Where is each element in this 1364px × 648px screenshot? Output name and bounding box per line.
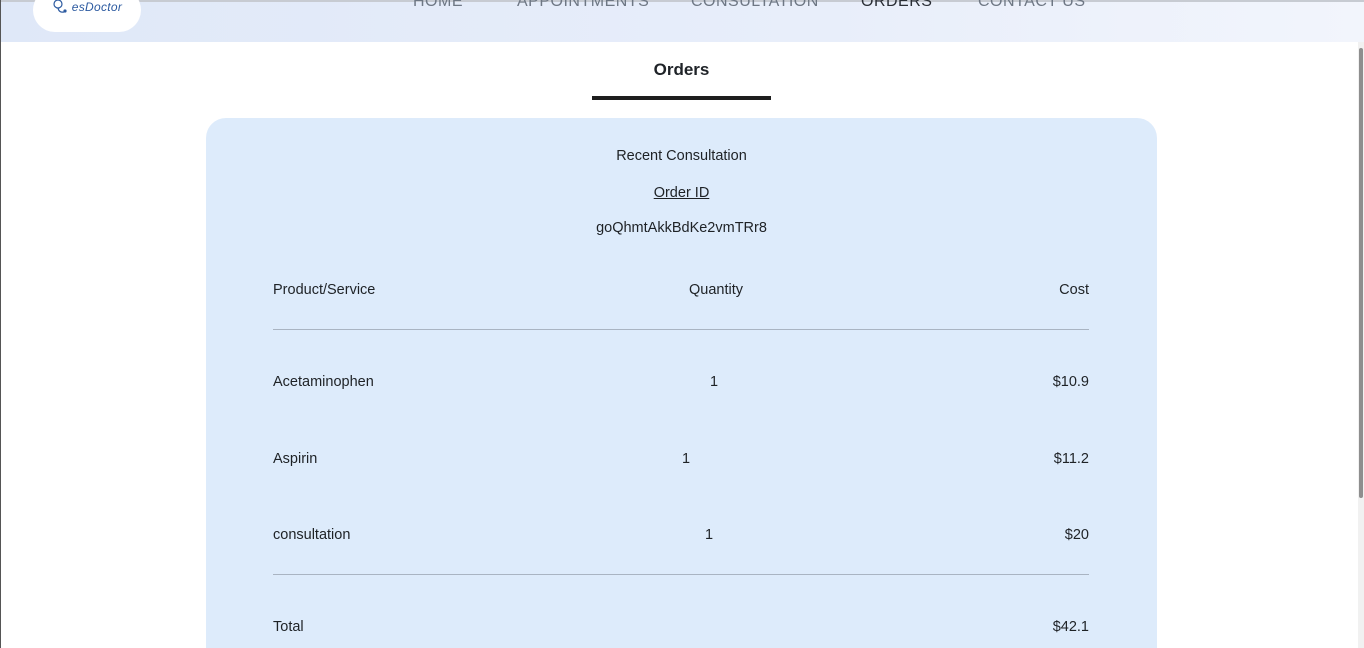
total-divider bbox=[273, 574, 1089, 575]
tab-orders-label: Orders bbox=[653, 60, 710, 79]
logo-mark: esDoctor bbox=[52, 0, 122, 14]
scrollbar-thumb[interactable] bbox=[1359, 48, 1363, 498]
logo[interactable]: esDoctor bbox=[33, 0, 141, 32]
row-quantity: 1 bbox=[682, 451, 691, 467]
logo-text: esDoctor bbox=[71, 0, 123, 14]
top-navigation: esDoctor HOME APPOINTMENTS CONSULTATION … bbox=[1, 0, 1364, 42]
nav-item-contact-us[interactable]: CONTACT US bbox=[978, 0, 1086, 11]
order-id-value: goQhmtAkkBdKe2vmTRr8 bbox=[596, 220, 767, 236]
column-header-cost: Cost bbox=[1059, 282, 1089, 298]
order-card: Recent Consultation Order ID goQhmtAkkBd… bbox=[206, 118, 1157, 648]
order-title: Recent Consultation bbox=[616, 148, 747, 164]
order-id-link[interactable]: Order ID bbox=[654, 185, 710, 201]
nav-item-consultation[interactable]: CONSULTATION bbox=[691, 0, 819, 11]
row-cost: $11.2 bbox=[1053, 451, 1089, 467]
column-header-quantity: Quantity bbox=[689, 282, 743, 298]
nav-item-orders[interactable]: ORDERS bbox=[861, 0, 932, 11]
stethoscope-icon bbox=[53, 0, 67, 13]
total-label: Total bbox=[273, 619, 304, 635]
nav-item-appointments[interactable]: APPOINTMENTS bbox=[517, 0, 649, 11]
header-divider bbox=[273, 329, 1089, 330]
vertical-scrollbar[interactable] bbox=[1358, 42, 1364, 648]
row-cost: $20 bbox=[1064, 527, 1089, 543]
row-cost: $10.9 bbox=[1052, 374, 1089, 390]
column-header-product: Product/Service bbox=[273, 282, 376, 298]
page: esDoctor HOME APPOINTMENTS CONSULTATION … bbox=[0, 0, 1364, 648]
order-id-link-wrapper: Order ID bbox=[206, 184, 1157, 202]
row-product: Acetaminophen bbox=[273, 374, 374, 390]
tab-orders[interactable]: Orders bbox=[592, 56, 771, 100]
nav-item-home[interactable]: HOME bbox=[413, 0, 463, 11]
row-quantity: 1 bbox=[705, 527, 714, 543]
total-value: $42.1 bbox=[1052, 619, 1089, 635]
row-product: Aspirin bbox=[273, 451, 318, 467]
tab-active-underline bbox=[592, 96, 771, 100]
row-product: consultation bbox=[273, 527, 351, 543]
row-quantity: 1 bbox=[710, 374, 719, 390]
